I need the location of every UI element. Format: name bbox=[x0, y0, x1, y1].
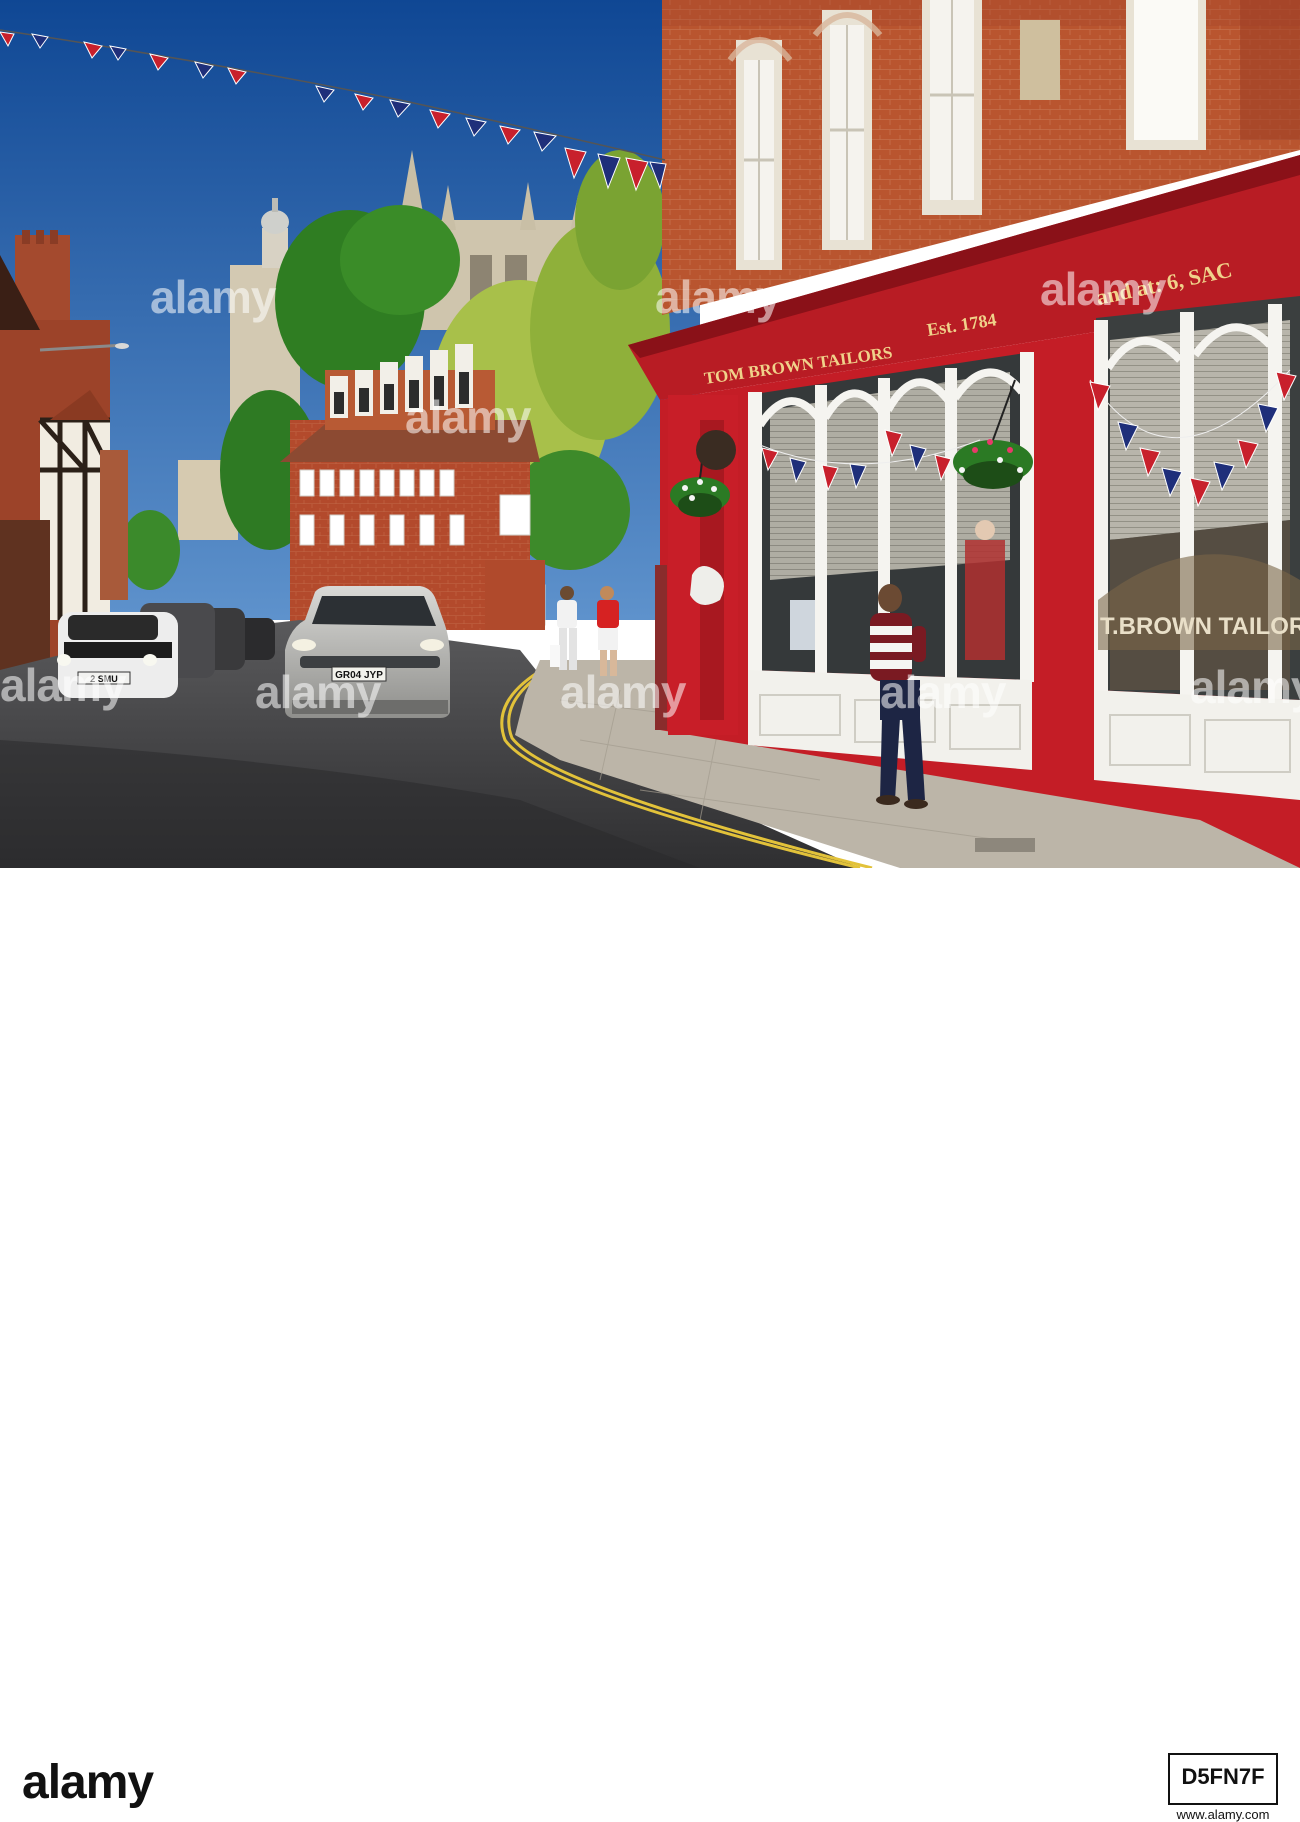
stock-footer: alamy D5FN7F www.alamy.com bbox=[0, 868, 1300, 1822]
watermark: alamy bbox=[0, 659, 126, 711]
window-lettering: T.BROWN TAILORS bbox=[1100, 613, 1300, 640]
alamy-logo: alamy bbox=[22, 1756, 154, 1809]
watermark: alamy bbox=[560, 666, 686, 718]
street-photo: 2 SMU GR04 JYP TOM BROWN TAILORS Est. 17… bbox=[0, 0, 1300, 868]
watermark: alamy bbox=[880, 666, 1006, 718]
street-scene-illustration: 2 SMU GR04 JYP TOM BROWN TAILORS Est. 17… bbox=[0, 0, 1300, 868]
watermark: alamy bbox=[150, 271, 276, 323]
watermark: alamy bbox=[255, 666, 381, 718]
image-id: D5FN7F bbox=[1181, 1764, 1265, 1789]
watermark: alamy bbox=[655, 271, 781, 323]
watermark: alamy bbox=[1040, 263, 1166, 315]
watermark: alamy bbox=[1190, 661, 1300, 713]
site-url: www.alamy.com bbox=[1176, 1807, 1270, 1822]
watermark: alamy bbox=[405, 391, 531, 443]
